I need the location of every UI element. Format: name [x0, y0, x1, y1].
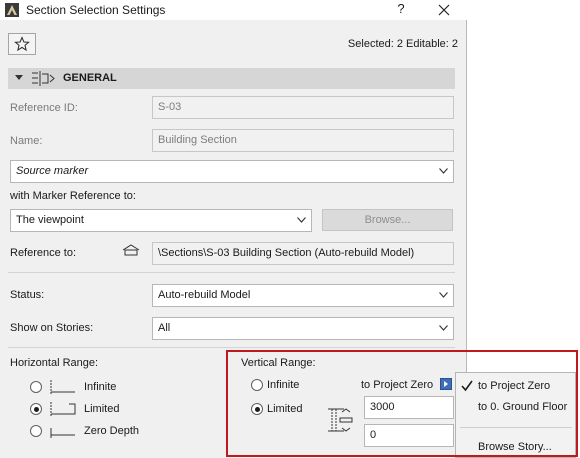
divider	[8, 272, 455, 273]
view-reference-icon	[122, 244, 140, 256]
divider	[8, 347, 455, 348]
general-panel-header[interactable]: GENERAL	[8, 68, 455, 89]
reference-id-label: Reference ID:	[10, 102, 78, 114]
section-tool-icon	[32, 71, 55, 86]
horizontal-infinite-label: Infinite	[84, 381, 117, 393]
marker-type-value: Source marker	[16, 165, 89, 177]
window-title: Section Selection Settings	[26, 3, 166, 17]
reference-id-field[interactable]: S-03	[152, 96, 454, 119]
browse-button[interactable]: Browse...	[322, 209, 453, 231]
zero-depth-icon	[50, 428, 75, 438]
title-bar: Section Selection Settings ?	[0, 0, 467, 20]
marker-reference-value: The viewpoint	[16, 214, 84, 226]
collapse-triangle-icon[interactable]	[15, 75, 23, 80]
selection-info: Selected: 2 Editable: 2	[347, 38, 458, 50]
horizontal-limited-radio[interactable]	[30, 403, 42, 415]
reference-to-label: Reference to:	[10, 247, 77, 259]
horizontal-limited-label: Limited	[84, 403, 120, 415]
chevron-down-icon	[297, 217, 306, 223]
close-icon[interactable]	[434, 1, 454, 19]
marker-type-select[interactable]: Source marker	[10, 160, 454, 183]
status-label: Status:	[10, 289, 45, 301]
archicad-logo-icon	[5, 3, 19, 17]
star-icon	[14, 36, 30, 52]
chevron-down-icon	[439, 168, 448, 174]
horizontal-range-label: Horizontal Range:	[10, 357, 99, 369]
annotation-highlight-box	[226, 350, 578, 457]
infinite-range-icon	[50, 380, 75, 394]
chevron-down-icon	[439, 325, 448, 331]
horizontal-zero-depth-label: Zero Depth	[84, 425, 140, 437]
reference-to-field: \Sections\S-03 Building Section (Auto-re…	[152, 242, 454, 265]
general-panel-title: GENERAL	[63, 72, 117, 84]
marker-reference-select[interactable]: The viewpoint	[10, 209, 312, 232]
horizontal-zero-depth-radio[interactable]	[30, 425, 42, 437]
status-value: Auto-rebuild Model	[158, 289, 251, 301]
horizontal-infinite-radio[interactable]	[30, 381, 42, 393]
status-select[interactable]: Auto-rebuild Model	[152, 284, 454, 307]
chevron-down-icon	[439, 292, 448, 298]
name-label: Name:	[10, 135, 43, 147]
name-field[interactable]: Building Section	[152, 129, 454, 152]
marker-reference-label: with Marker Reference to:	[10, 190, 136, 202]
show-on-stories-select[interactable]: All	[152, 317, 454, 340]
show-on-stories-value: All	[158, 322, 171, 334]
limited-range-icon	[50, 402, 76, 416]
show-on-stories-label: Show on Stories:	[10, 322, 94, 334]
help-button[interactable]: ?	[393, 1, 409, 17]
favorites-button[interactable]	[8, 33, 36, 55]
